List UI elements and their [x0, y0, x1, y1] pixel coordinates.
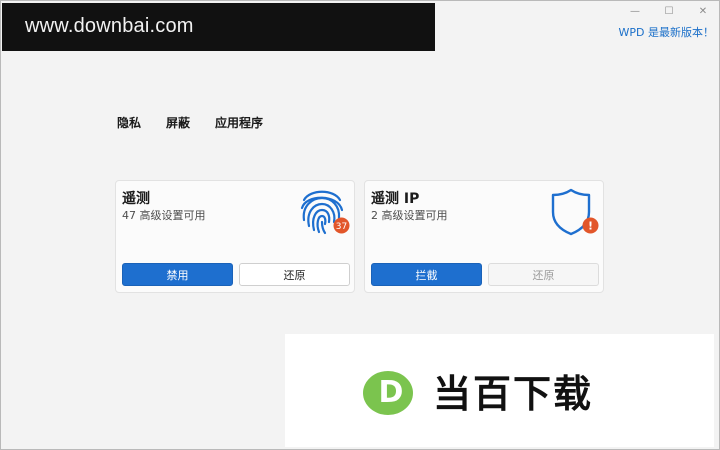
close-button[interactable]: ✕ [686, 0, 720, 22]
telemetry-card: 遥测 47 高级设置可用 37 禁用 还原 [115, 180, 355, 293]
maximize-button[interactable]: ☐ [652, 0, 686, 22]
watermark-text: www.downbai.com [25, 15, 194, 37]
logo-letter: D [378, 374, 404, 410]
update-status-link[interactable]: WPD 是最新版本！ [619, 24, 714, 40]
minimize-icon: — [630, 5, 640, 17]
close-icon: ✕ [698, 5, 708, 17]
nav-tabs: 隐私 屏蔽 应用程序 [117, 114, 288, 131]
card-title: 遥测 [122, 191, 150, 207]
restore-button[interactable]: 还原 [239, 263, 350, 286]
tab-privacy[interactable]: 隐私 [117, 114, 141, 131]
tab-blocking[interactable]: 屏蔽 [166, 114, 190, 131]
count-badge-icon: 37 [333, 217, 350, 234]
card-title: 遥测 IP [371, 191, 420, 207]
warning-badge-text: ! [588, 220, 593, 233]
card-subtitle: 47 高级设置可用 [122, 209, 206, 222]
logo-text: 当百下载 [433, 372, 594, 416]
count-badge-text: 37 [336, 222, 347, 232]
minimize-button[interactable]: — [618, 0, 652, 22]
telemetry-ip-card: 遥测 IP 2 高级设置可用 ! 拦截 还原 [364, 180, 604, 293]
watermark-logo: D 当百下载 [285, 334, 714, 447]
block-button[interactable]: 拦截 [371, 263, 482, 286]
warning-badge-icon: ! [582, 217, 599, 234]
card-subtitle: 2 高级设置可用 [371, 209, 448, 222]
maximize-icon: ☐ [664, 5, 674, 17]
window-controls: — ☐ ✕ [618, 0, 720, 22]
watermark-banner: www.downbai.com [2, 3, 435, 51]
restore-button-disabled[interactable]: 还原 [488, 263, 599, 286]
disable-button[interactable]: 禁用 [122, 263, 233, 286]
tab-apps[interactable]: 应用程序 [215, 114, 263, 131]
